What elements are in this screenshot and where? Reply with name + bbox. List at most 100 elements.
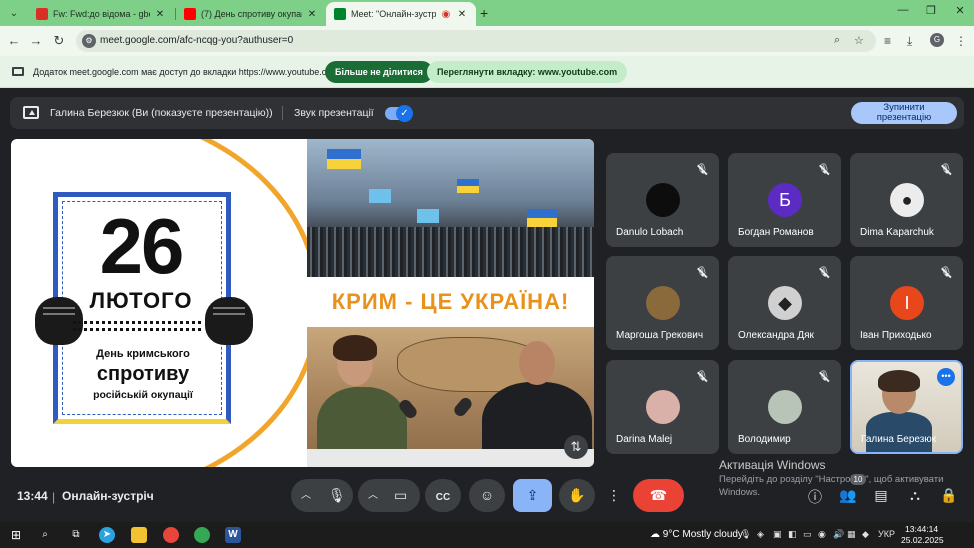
captions-button[interactable]: CC xyxy=(425,479,461,512)
activities-icon[interactable]: ⛬ xyxy=(905,487,925,504)
maximize-icon[interactable]: ❐ xyxy=(921,4,941,17)
chrome-icon[interactable] xyxy=(163,527,179,543)
close-tab-icon[interactable]: ✕ xyxy=(154,9,166,20)
participant-tile[interactable]: 🎙 Володимир xyxy=(728,360,841,454)
browser-menu-icon[interactable]: ⋮ xyxy=(955,34,967,48)
tray-app-icon[interactable]: ▦ xyxy=(847,529,856,540)
task-view-icon[interactable]: ⧉ xyxy=(68,527,84,543)
people-icon[interactable]: 👥 xyxy=(838,487,858,504)
tray-app-icon[interactable]: ▣ xyxy=(773,529,782,540)
camera-control[interactable]: ︿ ▭ xyxy=(358,479,420,512)
tab-sharing-infobar: Додаток meet.google.com має доступ до вк… xyxy=(0,56,974,88)
chevron-up-icon[interactable]: ︿ xyxy=(301,479,311,512)
bookmark-star-icon[interactable]: ☆ xyxy=(854,34,864,47)
self-hair xyxy=(878,370,920,392)
participant-tile[interactable]: 🎙 Б Богдан Романов xyxy=(728,153,841,247)
host-controls-icon[interactable]: 🔒 xyxy=(939,487,959,504)
youtube-icon xyxy=(184,8,196,20)
profile-avatar[interactable]: G xyxy=(930,33,944,47)
search-icon[interactable]: ⌕ xyxy=(37,527,53,543)
slide-banner: КРИМ - ЦЕ УКРАЇНА! xyxy=(307,277,594,327)
tab-youtube[interactable]: (7) День спротиву окупації ✕ xyxy=(176,2,326,26)
forward-icon[interactable]: → xyxy=(28,33,44,48)
reading-list-icon[interactable]: ≡ xyxy=(884,34,891,48)
fist-right-icon xyxy=(205,297,253,345)
participant-tile[interactable]: 🎙 Danulo Lobach xyxy=(606,153,719,247)
participant-tile[interactable]: 🎙 ● Dima Kaparchuk xyxy=(850,153,963,247)
video-camera-icon[interactable]: ▭ xyxy=(394,479,407,512)
poster-line-3: російській окупації xyxy=(93,389,193,401)
microphone xyxy=(451,395,475,419)
tray-app-icon[interactable]: ◈ xyxy=(757,529,764,540)
avatar: І xyxy=(890,286,924,320)
recording-dot-icon: ◉ xyxy=(441,8,451,20)
more-options-button[interactable]: ⋮ xyxy=(603,479,625,512)
address-bar[interactable]: ⚙ meet.google.com/afc-ncqg-you?authuser=… xyxy=(76,30,876,52)
self-video-tile[interactable]: ••• Галина Березюк xyxy=(850,360,963,454)
swap-layout-icon[interactable]: ⇅ xyxy=(564,435,588,459)
participant-tile[interactable]: 🎙 Маргоша Грекович xyxy=(606,256,719,350)
microphone-tray-icon[interactable]: 🎙 xyxy=(740,529,751,540)
check-icon: ✓ xyxy=(396,105,413,122)
present-screen-icon: ⇪ xyxy=(526,487,539,503)
leave-call-button[interactable]: ☎ xyxy=(633,479,684,512)
stop-presenting-label-2: презентацію xyxy=(876,112,932,123)
zoom-icon[interactable]: ⌕ xyxy=(834,34,840,47)
stop-presenting-button[interactable]: Зупинити презентацію xyxy=(851,102,957,124)
rally-photo xyxy=(307,139,594,277)
clock-time[interactable]: 13:44:14 xyxy=(905,524,938,534)
chat-icon[interactable]: ▤ xyxy=(871,487,891,504)
participant-tile[interactable]: 🎙 Darina Malej xyxy=(606,360,719,454)
crimean-tatar-flag xyxy=(369,189,391,203)
back-icon[interactable]: ← xyxy=(6,33,22,48)
tray-app-icon[interactable]: ◆ xyxy=(862,529,869,540)
weather-widget[interactable]: ☁ 9°C Mostly cloudy xyxy=(650,529,743,540)
meeting-info-icon[interactable]: ⓘ xyxy=(805,487,825,507)
site-info-icon[interactable]: ⚙ xyxy=(82,34,96,48)
avatar-photo xyxy=(768,390,802,424)
participant-tile[interactable]: 🎙 І Іван Приходько xyxy=(850,256,963,350)
reload-icon[interactable]: ↻ xyxy=(51,33,67,49)
switch-to-tab-button[interactable]: Переглянути вкладку: www.youtube.com xyxy=(427,61,628,83)
language-indicator[interactable]: УКР xyxy=(878,529,895,539)
tab-meet[interactable]: Meet: "Онлайн-зустріч" ◉ ✕ xyxy=(326,2,476,26)
hand-icon: ✋ xyxy=(568,487,586,503)
microphone-control[interactable]: ︿ 🎙 xyxy=(291,479,353,512)
word-icon[interactable]: W xyxy=(225,527,241,543)
banner-text: КРИМ - ЦЕ УКРАЇНА! xyxy=(331,289,570,314)
minimize-icon[interactable]: — xyxy=(893,4,913,16)
new-tab-icon[interactable]: + xyxy=(480,5,488,21)
file-explorer-icon[interactable] xyxy=(131,527,147,543)
tab-search-chevron-icon[interactable]: ⌄ xyxy=(5,4,23,22)
close-tab-icon[interactable]: ✕ xyxy=(456,9,468,20)
close-window-icon[interactable]: ✕ xyxy=(950,4,970,17)
microphone-icon[interactable]: 🎙 xyxy=(328,479,346,512)
tray-app-icon[interactable]: ◧ xyxy=(788,529,797,540)
present-now-button[interactable]: ⇪ xyxy=(513,479,552,512)
meeting-time: 13:44 xyxy=(17,489,48,503)
network-icon[interactable]: ◉ xyxy=(818,529,826,540)
tab-gmail[interactable]: Fw: Fwd:до відома - gberezyuk ✕ xyxy=(28,2,174,26)
participant-name: Олександра Дяк xyxy=(738,330,814,341)
participant-name: Богдан Романов xyxy=(738,227,814,238)
close-tab-icon[interactable]: ✕ xyxy=(306,9,318,20)
chrome-icon[interactable] xyxy=(194,527,210,543)
participant-name: Darina Malej xyxy=(616,434,673,445)
presentation-audio-toggle[interactable]: ✓ xyxy=(385,105,413,122)
stop-sharing-button[interactable]: Більше не ділитися xyxy=(325,61,433,83)
divider: | xyxy=(52,490,56,504)
reactions-button[interactable]: ☺ xyxy=(469,479,505,512)
windows-start-icon[interactable]: ⊞ xyxy=(8,527,24,543)
raise-hand-button[interactable]: ✋ xyxy=(559,479,595,512)
participant-name: Маргоша Грекович xyxy=(616,330,704,341)
more-options-icon[interactable]: ••• xyxy=(937,368,955,386)
clock-date[interactable]: 25.02.2025 xyxy=(901,535,944,545)
download-icon[interactable]: ⤓ xyxy=(907,34,912,49)
emoji-icon: ☺ xyxy=(479,487,495,503)
telegram-icon[interactable]: ➤ xyxy=(99,527,115,543)
participant-tile[interactable]: 🎙 ◆ Олександра Дяк xyxy=(728,256,841,350)
battery-icon[interactable]: ▭ xyxy=(803,529,812,540)
chevron-up-icon[interactable]: ︿ xyxy=(368,479,378,512)
presenting-bar: Галина Березюк (Ви (показуєте презентаці… xyxy=(10,97,964,129)
volume-icon[interactable]: 🔊 xyxy=(833,529,844,540)
